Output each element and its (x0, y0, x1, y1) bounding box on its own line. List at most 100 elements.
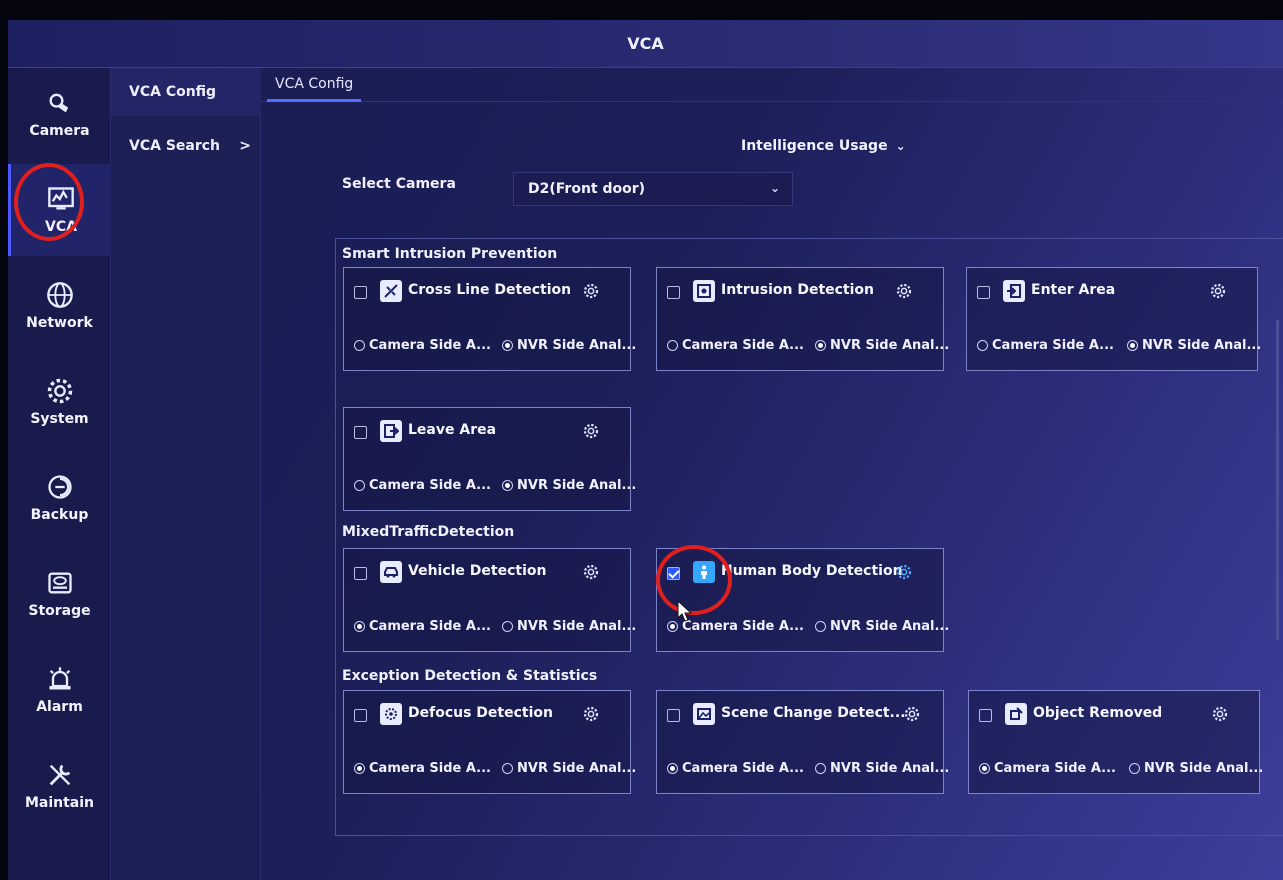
enable-checkbox[interactable] (354, 426, 367, 439)
gear-icon[interactable] (582, 282, 600, 300)
card-title: Leave Area (408, 422, 497, 438)
nav-backup[interactable]: Backup (8, 452, 111, 544)
enable-checkbox[interactable] (979, 709, 992, 722)
gear-icon[interactable] (895, 563, 913, 581)
nvr-side-option[interactable]: NVR Side Anal... (1129, 761, 1263, 776)
gear-icon[interactable] (1209, 282, 1227, 300)
select-camera-label: Select Camera (342, 176, 456, 192)
nav-label: VCA (45, 219, 77, 235)
enable-checkbox[interactable] (354, 567, 367, 580)
gear-icon[interactable] (1211, 705, 1229, 723)
camera-side-option[interactable]: Camera Side A... (667, 338, 804, 353)
section-exception-detection: Exception Detection & Statistics (342, 668, 598, 684)
camera-side-option[interactable]: Camera Side A... (667, 761, 804, 776)
option-label: Camera Side A... (992, 338, 1114, 353)
camera-side-option[interactable]: Camera Side A... (977, 338, 1114, 353)
enable-checkbox[interactable] (667, 286, 680, 299)
card-defocus-detection: Defocus Detection Camera Side A... NVR S… (343, 690, 636, 794)
radio-icon (502, 340, 513, 351)
nav-vca[interactable]: VCA (8, 164, 111, 256)
nav-system[interactable]: System (8, 356, 111, 448)
nav-storage[interactable]: Storage (8, 548, 111, 640)
option-label: NVR Side Anal... (830, 619, 950, 634)
nav-label: Alarm (36, 699, 83, 715)
option-label: Camera Side A... (369, 619, 491, 634)
camera-select[interactable]: D2(Front door) ⌄ (513, 172, 793, 206)
camera-side-option[interactable]: Camera Side A... (354, 619, 491, 634)
gear-icon[interactable] (895, 282, 913, 300)
enable-checkbox[interactable] (667, 709, 680, 722)
nvr-side-option[interactable]: NVR Side Anal... (815, 338, 949, 353)
card-enter-area: Enter Area Camera Side A... NVR Side Ana… (966, 267, 1261, 371)
submenu: VCA Config VCA Search > (111, 68, 261, 880)
gear-icon[interactable] (582, 705, 600, 723)
nvr-side-option[interactable]: NVR Side Anal... (502, 761, 636, 776)
scene-change-icon (693, 703, 715, 725)
nav-label: Storage (28, 603, 91, 619)
nvr-side-option[interactable]: NVR Side Anal... (815, 761, 949, 776)
section-mixed-traffic: MixedTrafficDetection (342, 524, 515, 540)
section-smart-intrusion: Smart Intrusion Prevention (342, 246, 558, 262)
radio-icon (354, 763, 365, 774)
submenu-label: VCA Search (129, 138, 221, 154)
nav-camera[interactable]: Camera (8, 68, 111, 160)
nvr-side-option[interactable]: NVR Side Anal... (1127, 338, 1261, 353)
nvr-side-option[interactable]: NVR Side Anal... (502, 338, 636, 353)
gear-icon[interactable] (582, 563, 600, 581)
gear-icon[interactable] (903, 705, 921, 723)
globe-icon (46, 282, 73, 308)
camera-side-option[interactable]: Camera Side A... (354, 478, 491, 493)
option-label: NVR Side Anal... (830, 761, 950, 776)
enable-checkbox[interactable] (354, 286, 367, 299)
intelligence-usage-toggle[interactable]: Intelligence Usage ⌄ (741, 138, 906, 154)
card-object-removed: Object Removed Camera Side A... NVR Side… (968, 690, 1263, 794)
card-title: Vehicle Detection (408, 563, 547, 579)
option-label: Camera Side A... (994, 761, 1116, 776)
nav-alarm[interactable]: Alarm (8, 644, 111, 736)
alarm-icon (49, 667, 70, 690)
nvr-side-option[interactable]: NVR Side Anal... (815, 619, 949, 634)
card-leave-area: Leave Area Camera Side A... NVR Side Ana… (343, 407, 636, 511)
intrusion-icon (693, 280, 715, 302)
human-body-icon (693, 561, 715, 583)
tab-label: VCA Config (275, 76, 354, 92)
enable-checkbox[interactable] (667, 567, 680, 580)
option-label: Camera Side A... (682, 619, 804, 634)
object-removed-icon (1005, 703, 1027, 725)
nav-maintain[interactable]: Maintain (8, 740, 111, 832)
radio-icon (1129, 763, 1140, 774)
nav-label: Camera (29, 123, 90, 139)
enable-checkbox[interactable] (354, 709, 367, 722)
nav-label: Network (26, 315, 93, 331)
submenu-vca-config[interactable]: VCA Config (111, 68, 261, 116)
card-scene-change-detection: Scene Change Detect... Camera Side A... … (656, 690, 949, 794)
hard-drive-icon (47, 572, 72, 594)
option-label: NVR Side Anal... (517, 761, 637, 776)
chevron-down-icon: ⌄ (895, 139, 906, 153)
nvr-screen: VCA Camera VCA Network System Backup Sto… (8, 20, 1283, 880)
leave-area-icon (380, 420, 402, 442)
camera-side-option[interactable]: Camera Side A... (979, 761, 1116, 776)
submenu-vca-search[interactable]: VCA Search > (111, 122, 261, 170)
gear-icon[interactable] (582, 422, 600, 440)
scrollbar[interactable] (1276, 320, 1279, 640)
defocus-icon (380, 703, 402, 725)
nav-network[interactable]: Network (8, 260, 111, 352)
enable-checkbox[interactable] (977, 286, 990, 299)
enter-area-icon (1003, 280, 1025, 302)
radio-icon (502, 763, 513, 774)
radio-icon (1127, 340, 1138, 351)
wrench-icon (49, 764, 70, 786)
nvr-side-option[interactable]: NVR Side Anal... (502, 478, 636, 493)
option-label: Camera Side A... (682, 338, 804, 353)
camera-side-option[interactable]: Camera Side A... (354, 338, 491, 353)
submenu-label: VCA Config (129, 84, 217, 100)
tab-vca-config[interactable]: VCA Config (267, 68, 362, 102)
radio-icon (815, 763, 826, 774)
nvr-side-option[interactable]: NVR Side Anal... (502, 619, 636, 634)
option-label: NVR Side Anal... (517, 478, 637, 493)
option-label: Camera Side A... (369, 761, 491, 776)
option-label: Camera Side A... (682, 761, 804, 776)
radio-icon (977, 340, 988, 351)
camera-side-option[interactable]: Camera Side A... (354, 761, 491, 776)
